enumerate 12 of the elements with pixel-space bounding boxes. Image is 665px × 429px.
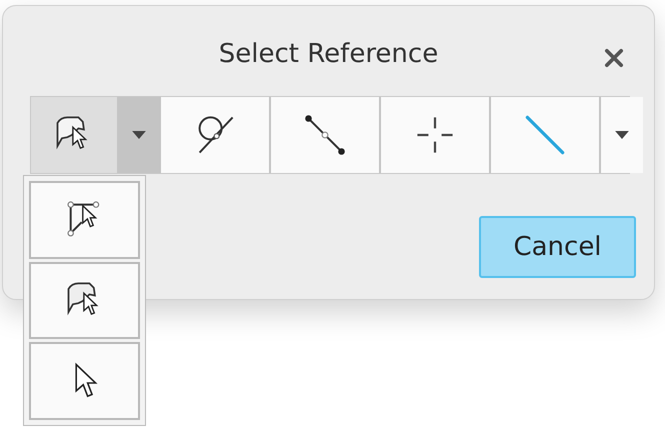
window-title: Select Reference: [218, 38, 438, 68]
point-line-icon: [303, 113, 347, 157]
cancel-button[interactable]: Cancel: [479, 216, 636, 278]
menu-item[interactable]: [29, 262, 140, 340]
close-icon[interactable]: [604, 48, 624, 68]
line-icon: [523, 113, 567, 157]
dropdown-button[interactable]: [601, 97, 643, 173]
caret-icon: [132, 131, 146, 139]
caret-icon: [615, 131, 629, 139]
tool-button[interactable]: [31, 97, 119, 173]
menu-item[interactable]: [29, 181, 140, 259]
tool-button[interactable]: [161, 97, 271, 173]
